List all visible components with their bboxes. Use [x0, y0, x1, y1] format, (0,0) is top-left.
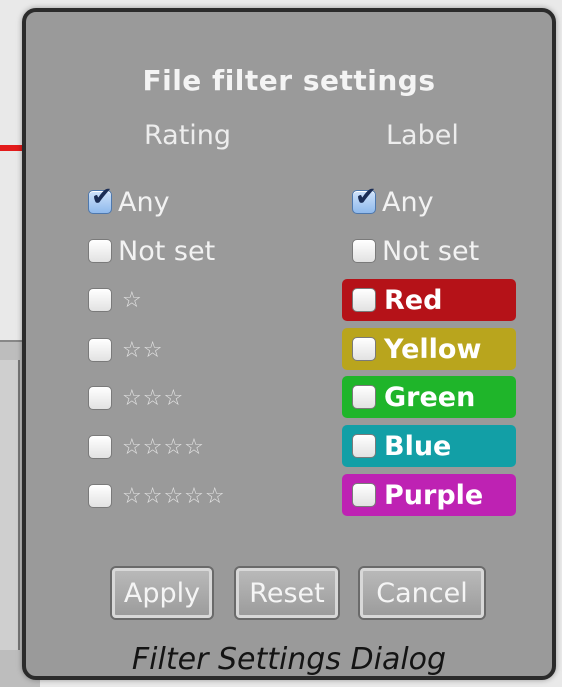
rating-header: Rating [144, 120, 232, 151]
label-any-label: Any [382, 186, 434, 218]
rating-option-5-star[interactable]: ☆☆☆☆☆ [88, 474, 226, 518]
label-purple-label: Purple [384, 479, 484, 511]
label-header: Label [386, 120, 459, 151]
rating-1-star-checkbox[interactable] [88, 288, 112, 312]
rating-not-set-checkbox[interactable] [88, 239, 112, 263]
rating-3-star-checkbox[interactable] [88, 386, 112, 410]
label-blue-checkbox[interactable] [352, 434, 376, 458]
rating-any-checkbox[interactable]: ✔ [88, 184, 113, 214]
reset-button[interactable]: Reset [236, 568, 338, 618]
rating-3-star-label: ☆☆☆ [122, 385, 185, 411]
rating-4-star-checkbox[interactable] [88, 435, 112, 459]
rating-5-star-label: ☆☆☆☆☆ [122, 483, 226, 509]
rating-4-star-label: ☆☆☆☆ [122, 434, 205, 460]
rating-option-1-star[interactable]: ☆ [88, 278, 143, 322]
rating-option-3-star[interactable]: ☆☆☆ [88, 376, 184, 420]
rating-any-label: Any [118, 186, 170, 218]
label-red-label: Red [384, 284, 443, 316]
label-blue-label: Blue [384, 430, 452, 462]
cancel-button[interactable]: Cancel [360, 568, 484, 618]
apply-button[interactable]: Apply [112, 568, 212, 618]
label-yellow-label: Yellow [384, 333, 482, 365]
rating-1-star-label: ☆ [122, 287, 143, 313]
rating-5-star-checkbox[interactable] [88, 484, 112, 508]
label-option-red[interactable]: Red [342, 279, 516, 321]
rating-option-not-set[interactable]: Not set [88, 229, 215, 273]
checkmark-icon: ✔ [91, 182, 113, 212]
dialog-caption: Filter Settings Dialog [131, 642, 447, 677]
rating-option-2-star[interactable]: ☆☆ [88, 328, 163, 372]
label-not-set-label: Not set [382, 235, 480, 267]
rating-option-4-star[interactable]: ☆☆☆☆ [88, 425, 205, 469]
label-option-yellow[interactable]: Yellow [342, 328, 516, 370]
rating-2-star-label: ☆☆ [122, 337, 164, 363]
rating-option-any[interactable]: ✔ Any [88, 180, 170, 224]
label-not-set-checkbox[interactable] [352, 239, 376, 263]
file-filter-dialog: File filter settings Rating Label ✔ Any … [22, 8, 556, 680]
label-option-green[interactable]: Green [342, 376, 516, 418]
label-option-purple[interactable]: Purple [342, 474, 516, 516]
label-option-not-set[interactable]: Not set [352, 229, 479, 273]
label-yellow-checkbox[interactable] [352, 337, 376, 361]
label-red-checkbox[interactable] [352, 288, 376, 312]
label-green-checkbox[interactable] [352, 385, 376, 409]
checkmark-icon: ✔ [355, 182, 377, 212]
rating-2-star-checkbox[interactable] [88, 338, 112, 362]
label-purple-checkbox[interactable] [352, 483, 376, 507]
label-option-any[interactable]: ✔ Any [352, 180, 434, 224]
background-panel-inner [0, 360, 20, 650]
label-any-checkbox[interactable]: ✔ [352, 184, 377, 214]
rating-not-set-label: Not set [118, 235, 216, 267]
label-green-label: Green [384, 381, 476, 413]
label-option-blue[interactable]: Blue [342, 425, 516, 467]
dialog-title: File filter settings [142, 64, 436, 97]
